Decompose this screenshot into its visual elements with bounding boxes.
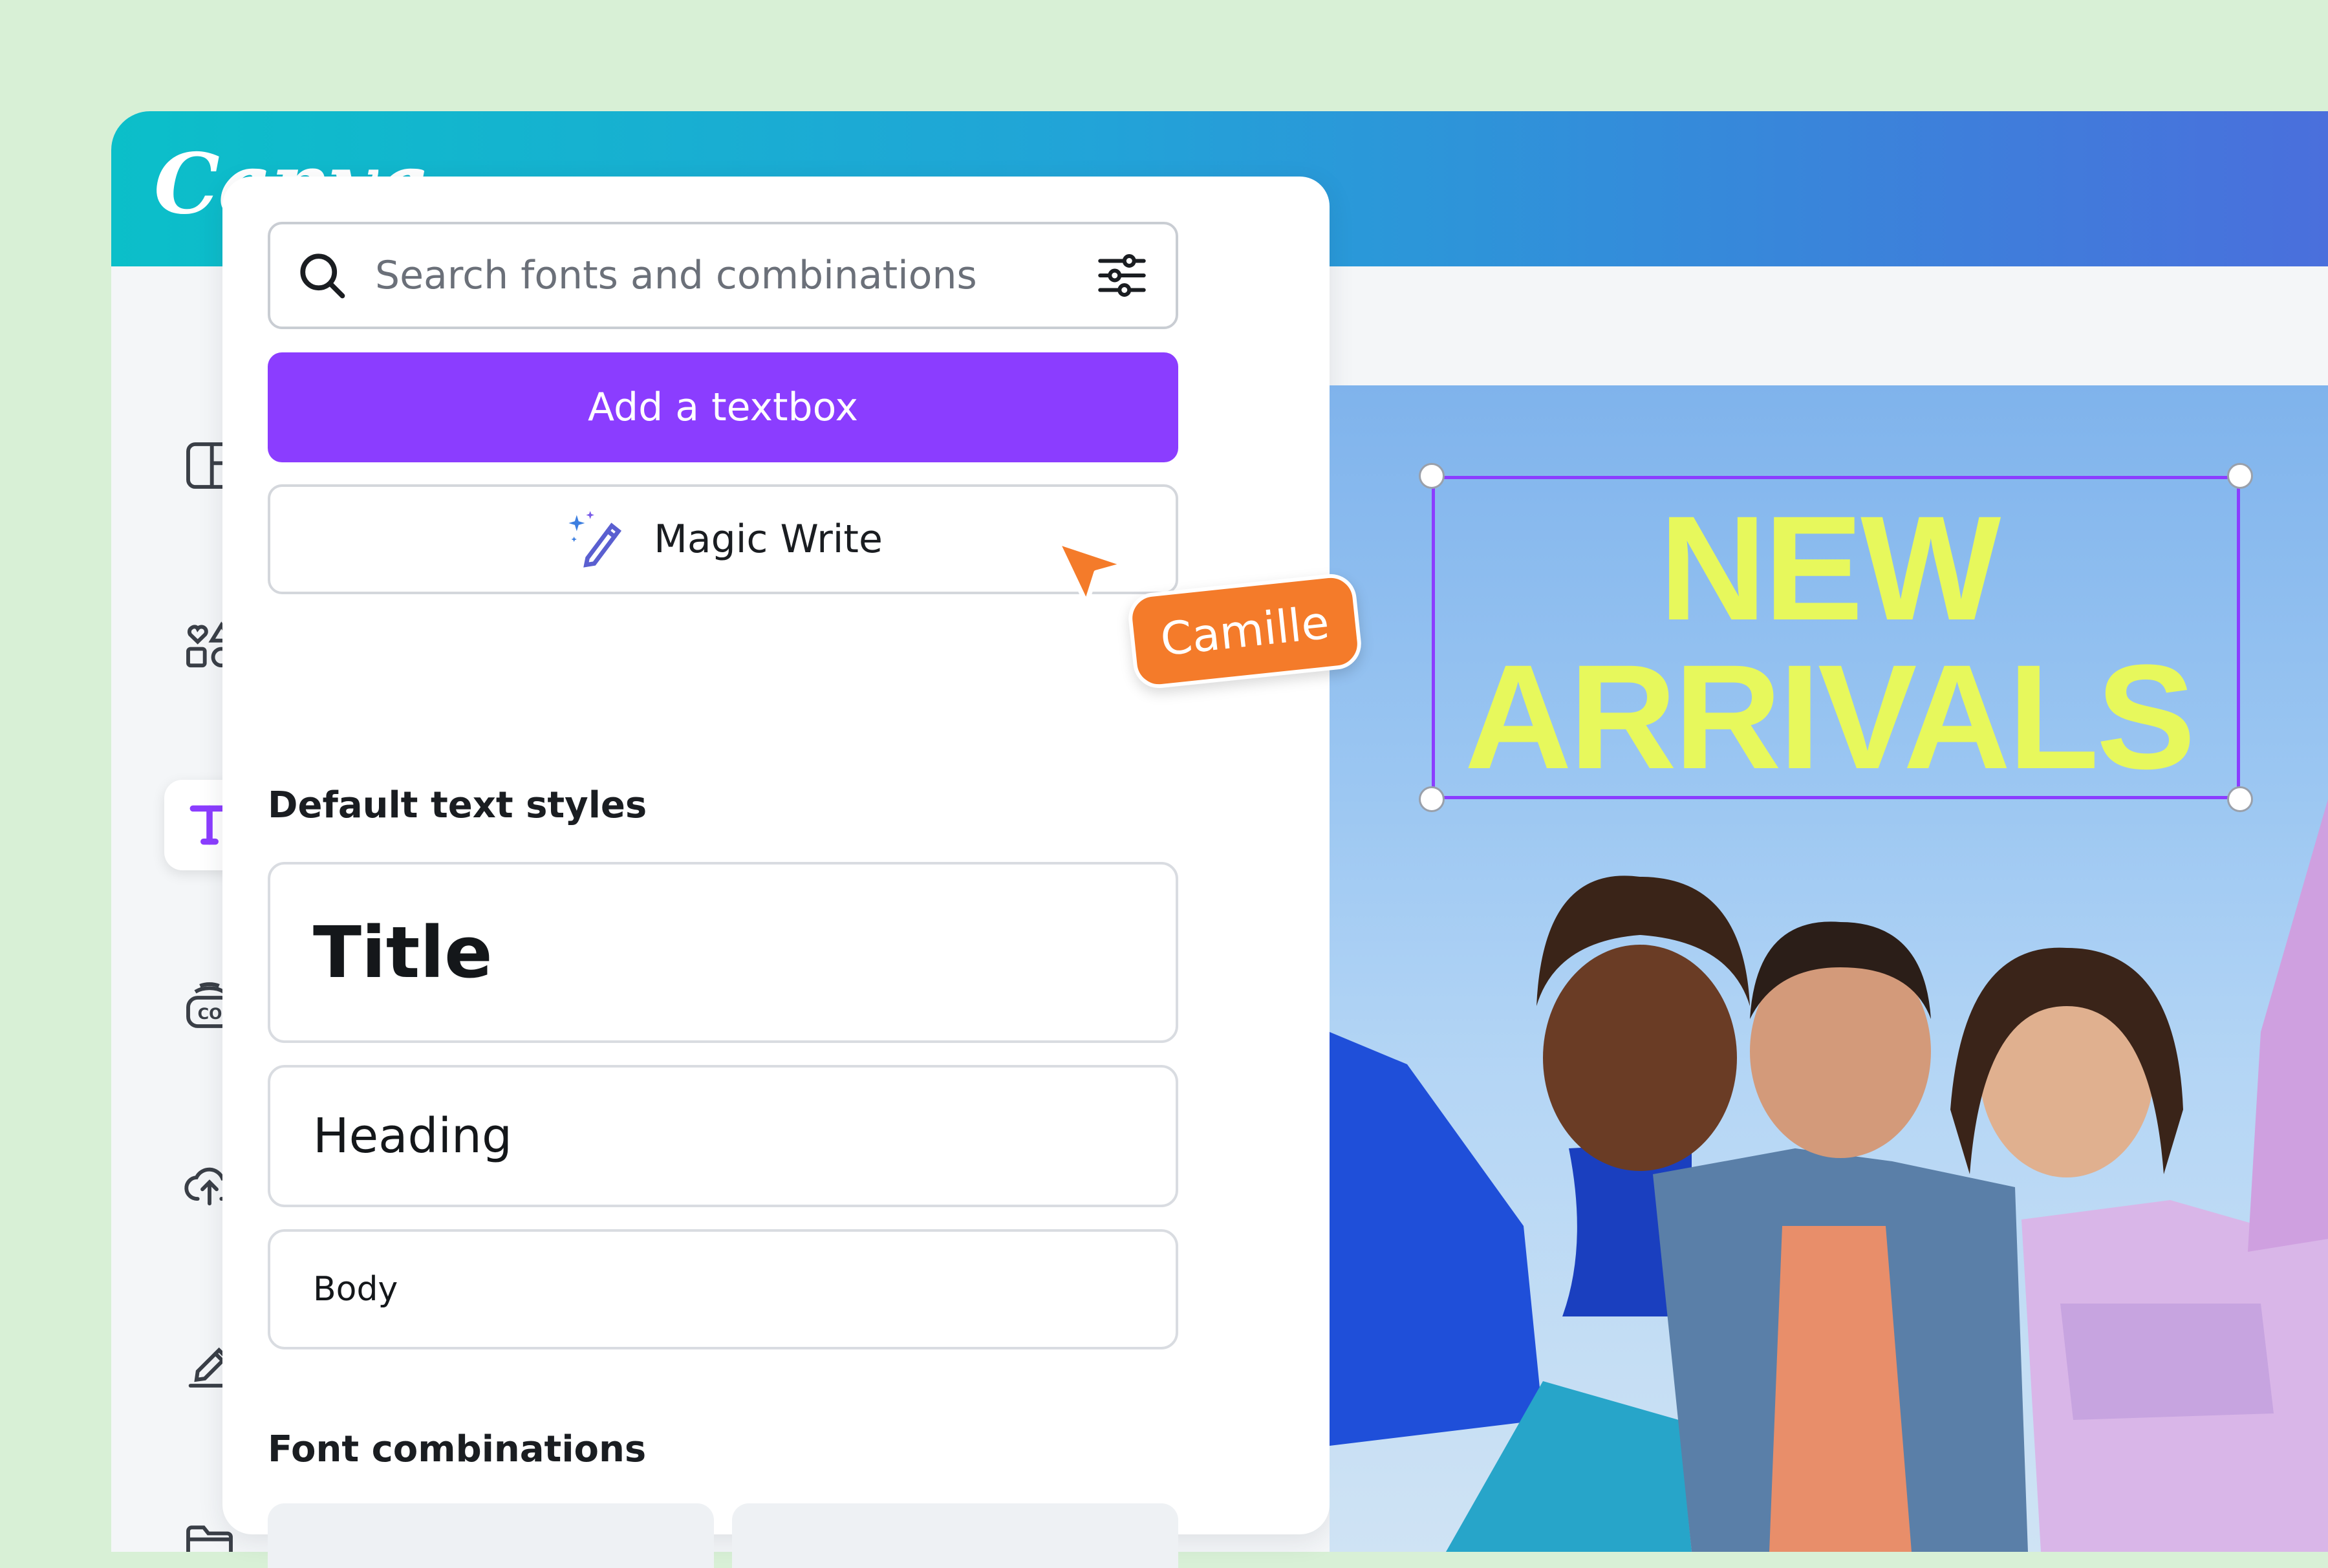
resize-handle-tr[interactable] — [2227, 463, 2253, 489]
text-panel: Search fonts and combinations Add a text… — [222, 177, 1330, 1568]
headline-line-2[interactable]: ARRIVALS — [1330, 643, 2328, 791]
svg-text:CO: CO — [198, 1005, 222, 1023]
add-textbox-button[interactable]: Add a textbox — [268, 352, 1178, 462]
style-heading-card[interactable]: Heading — [268, 1065, 1178, 1207]
style-title-label: Title — [313, 911, 493, 994]
search-field[interactable]: Search fonts and combinations — [268, 222, 1178, 329]
headline-line-1[interactable]: NEW — [1330, 494, 2328, 643]
magic-write-button[interactable]: Magic Write — [268, 484, 1178, 594]
style-body-label: Body — [313, 1270, 398, 1309]
style-heading-label: Heading — [313, 1108, 512, 1164]
search-input[interactable]: Search fonts and combinations — [375, 253, 1093, 298]
design-canvas[interactable]: NEW ARRIVALS — [1330, 385, 2328, 1552]
collaborator-cursor-icon — [1055, 539, 1128, 606]
filter-icon[interactable] — [1093, 246, 1151, 305]
font-combination-card[interactable] — [732, 1503, 1178, 1568]
style-body-card[interactable]: Body — [268, 1229, 1178, 1349]
magic-wand-icon — [568, 511, 622, 568]
default-styles-heading: Default text styles — [268, 784, 647, 826]
magic-write-label: Magic Write — [654, 517, 883, 562]
font-combination-card[interactable] — [268, 1503, 714, 1568]
resize-handle-tl[interactable] — [1419, 463, 1445, 489]
search-icon — [300, 253, 345, 299]
font-combinations-heading: Font combinations — [268, 1428, 647, 1470]
style-title-card[interactable]: Title — [268, 862, 1178, 1043]
